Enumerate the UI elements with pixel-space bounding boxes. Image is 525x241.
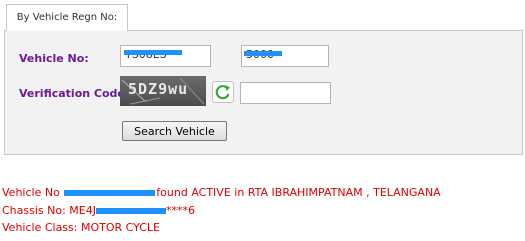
result-chassis-suffix: ****6 [165, 204, 195, 217]
vehicle-no-part1-input[interactable]: TS08ES [120, 45, 211, 67]
vehicle-no-label: Vehicle No: [19, 52, 89, 65]
redaction-bar [64, 190, 156, 196]
redaction-bar [244, 51, 282, 56]
captcha-text: 5DZ9wu [128, 80, 189, 98]
result-status-text: found ACTIVE in RTA IBRAHIMPATNAM , TELA… [156, 186, 441, 199]
search-vehicle-button[interactable]: Search Vehicle [122, 121, 227, 141]
result-line-3: Vehicle Class: MOTOR CYCLE [2, 221, 161, 234]
refresh-captcha-button[interactable] [212, 81, 234, 103]
page: By Vehicle Regn No: Vehicle No: TS08ES 5… [0, 0, 525, 241]
result-line-1: Vehicle No found ACTIVE in RTA IBRAHIMPA… [2, 186, 441, 199]
refresh-icon [215, 85, 230, 100]
redaction-bar [95, 208, 166, 214]
result-chassis-prefix: Chassis No: ME4J [2, 204, 96, 217]
vehicle-no-part2-input[interactable]: 5000 [241, 45, 329, 67]
captcha-image: 5DZ9wu [120, 76, 206, 106]
verification-code-label: Verification Code: [19, 87, 130, 100]
result-line-2: Chassis No: ME4J ****6 [2, 204, 195, 217]
tab-by-vehicle-regn-no[interactable]: By Vehicle Regn No: [6, 4, 128, 31]
result-vehicle-prefix: Vehicle No [2, 186, 60, 199]
redaction-bar [124, 50, 182, 55]
verification-code-input[interactable] [240, 82, 331, 104]
